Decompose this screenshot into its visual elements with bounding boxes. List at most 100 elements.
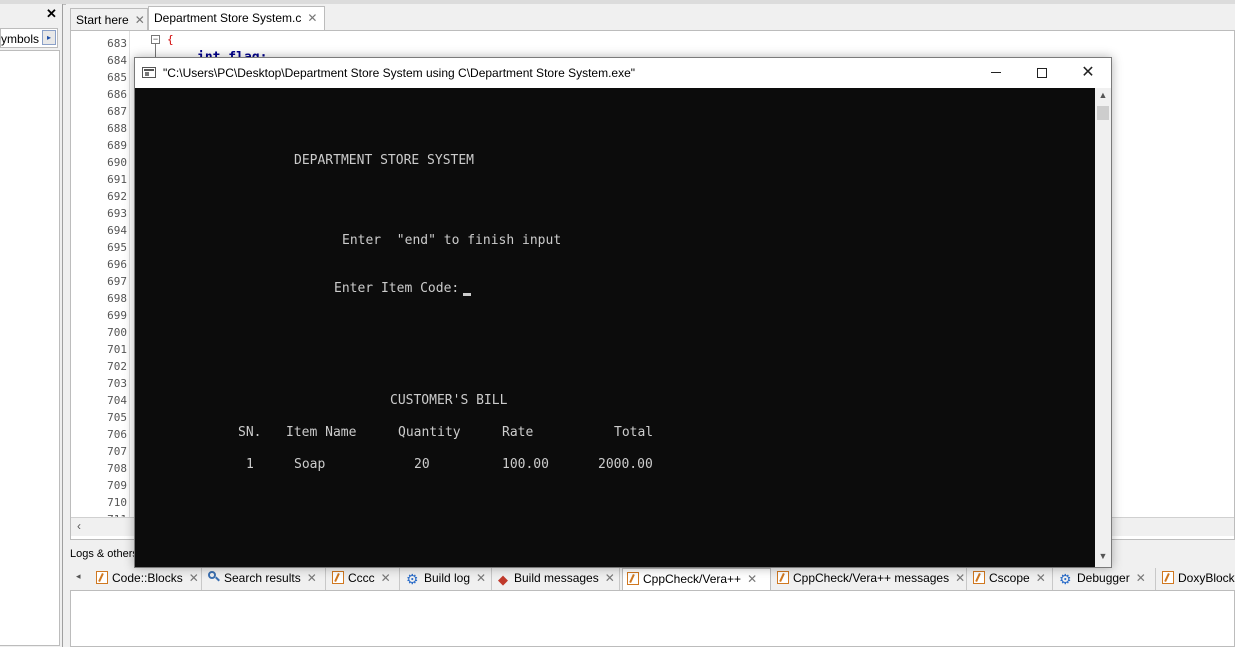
- tab-start-here[interactable]: Start here ✕: [70, 8, 148, 30]
- bill-header-quantity: Quantity: [398, 425, 461, 440]
- scroll-left-icon[interactable]: ◂: [76, 571, 81, 582]
- symbols-tree[interactable]: [0, 50, 60, 646]
- line-number: 692: [107, 190, 127, 203]
- line-number: 700: [107, 326, 127, 339]
- minimize-button[interactable]: [973, 58, 1019, 88]
- close-icon[interactable]: ✕: [307, 11, 317, 25]
- close-icon[interactable]: ✕: [1036, 571, 1046, 585]
- line-number: 702: [107, 360, 127, 373]
- console-instruction: Enter "end" to finish input: [342, 233, 562, 248]
- line-number: 696: [107, 258, 127, 271]
- close-icon[interactable]: ✕: [605, 571, 615, 585]
- bill-row-total: 2000.00: [598, 457, 653, 472]
- console-vertical-scrollbar[interactable]: ▲ ▼: [1095, 88, 1111, 567]
- bill-title: CUSTOMER'S BILL: [390, 393, 508, 408]
- logs-tab-label: Cscope: [989, 571, 1030, 585]
- text-cursor: [463, 293, 471, 296]
- line-number: 699: [107, 309, 127, 322]
- line-number: 706: [107, 428, 127, 441]
- minimize-icon: [991, 72, 1001, 74]
- pin-icon: ◆: [498, 572, 508, 587]
- scroll-left-icon[interactable]: ‹: [77, 519, 81, 533]
- symbols-label: ymbols: [1, 32, 40, 46]
- line-number: 684: [107, 54, 127, 67]
- logs-tab-cccc[interactable]: Cccc ✕: [328, 568, 400, 590]
- close-icon[interactable]: ✕: [381, 571, 391, 585]
- document-icon: [332, 571, 344, 584]
- panel-close-icon[interactable]: ✕: [46, 6, 57, 22]
- document-icon: [627, 572, 639, 585]
- logs-tab-label: CppCheck/Vera++ messages: [793, 571, 950, 585]
- line-number: 685: [107, 71, 127, 84]
- logs-tab-build-log[interactable]: ⚙ Build log ✕: [402, 568, 492, 590]
- logs-tab-search-results[interactable]: Search results ✕: [204, 568, 326, 590]
- maximize-icon: [1037, 67, 1047, 78]
- close-icon[interactable]: ✕: [1136, 571, 1146, 585]
- document-icon: [96, 571, 108, 584]
- line-number: 691: [107, 173, 127, 186]
- logs-tab-code-blocks[interactable]: Code::Blocks ✕: [92, 568, 202, 590]
- close-icon: ✕: [1081, 64, 1095, 81]
- line-number: 687: [107, 105, 127, 118]
- line-number: 688: [107, 122, 127, 135]
- close-icon[interactable]: ✕: [189, 571, 199, 585]
- logs-tab-cscope[interactable]: Cscope ✕: [969, 568, 1053, 590]
- logs-tab-label: DoxyBlocks: [1178, 571, 1235, 585]
- console-title: "C:\Users\PC\Desktop\Department Store Sy…: [163, 66, 636, 80]
- scroll-up-icon[interactable]: ▲: [1095, 90, 1111, 100]
- console-window[interactable]: "C:\Users\PC\Desktop\Department Store Sy…: [134, 57, 1112, 568]
- fold-toggle-icon[interactable]: −: [151, 35, 160, 44]
- gear-icon: ⚙: [1059, 571, 1072, 587]
- document-icon: [777, 571, 789, 584]
- console-heading: DEPARTMENT STORE SYSTEM: [294, 153, 475, 168]
- logs-tab-cppcheck-vera-messages[interactable]: CppCheck/Vera++ messages ✕: [773, 568, 967, 590]
- bill-row-item: Soap: [294, 457, 326, 472]
- logs-tab-label: Debugger: [1077, 571, 1130, 585]
- bill-row-quantity: 20: [414, 457, 430, 472]
- logs-tab-label: CppCheck/Vera++: [643, 572, 742, 586]
- line-number: 701: [107, 343, 127, 356]
- close-icon[interactable]: ✕: [307, 571, 317, 585]
- maximize-button[interactable]: [1019, 58, 1065, 88]
- document-icon: [1162, 571, 1174, 584]
- scrollbar-thumb[interactable]: [1097, 106, 1109, 120]
- logs-tab-doxyblocks[interactable]: DoxyBlocks: [1158, 568, 1235, 590]
- line-number: 697: [107, 275, 127, 288]
- bill-row-rate: 100.00: [502, 457, 549, 472]
- editor-tab-bar: Start here ✕ Department Store System.c ✕: [70, 6, 1235, 30]
- scroll-down-icon[interactable]: ▼: [1095, 551, 1111, 561]
- logs-tab-label: Code::Blocks: [112, 571, 183, 585]
- symbols-dropdown[interactable]: ymbols ▸: [0, 28, 58, 48]
- bill-header-rate: Rate: [502, 425, 534, 440]
- console-output[interactable]: DEPARTMENT STORE SYSTEM Enter "end" to f…: [135, 88, 1095, 567]
- line-number: 686: [107, 88, 127, 101]
- search-icon: [208, 571, 220, 584]
- logs-tab-build-messages[interactable]: ◆ Build messages ✕: [494, 568, 620, 590]
- code-brace: {: [167, 33, 174, 46]
- close-icon[interactable]: ✕: [955, 571, 965, 585]
- line-number: 689: [107, 139, 127, 152]
- logs-tab-label: Cccc: [348, 571, 375, 585]
- line-number-gutter: 683 684 685 686 687 688 689 690 691 692 693 694 695 6…: [71, 31, 130, 526]
- close-icon[interactable]: ✕: [476, 571, 486, 585]
- logs-panel-title: Logs & others: [70, 548, 138, 560]
- tab-department-store-system[interactable]: Department Store System.c ✕: [148, 6, 325, 30]
- line-number: 703: [107, 377, 127, 390]
- console-titlebar[interactable]: "C:\Users\PC\Desktop\Department Store Sy…: [135, 58, 1111, 88]
- console-prompt: Enter Item Code:: [334, 281, 460, 296]
- logs-tab-debugger[interactable]: ⚙ Debugger ✕: [1055, 568, 1156, 590]
- logs-tab-label: Build log: [424, 571, 471, 585]
- tab-label: Start here: [76, 13, 129, 27]
- close-icon[interactable]: ✕: [747, 572, 757, 586]
- line-number: 708: [107, 462, 127, 475]
- close-icon[interactable]: ✕: [135, 13, 145, 27]
- line-number: 709: [107, 479, 127, 492]
- logs-tab-label: Build messages: [514, 571, 599, 585]
- logs-tab-cppcheck-vera[interactable]: CppCheck/Vera++ ✕: [622, 568, 771, 590]
- line-number: 705: [107, 411, 127, 424]
- dropdown-arrow-icon[interactable]: ▸: [42, 30, 56, 45]
- logs-content[interactable]: [70, 590, 1235, 647]
- line-number: 707: [107, 445, 127, 458]
- close-button[interactable]: ✕: [1065, 58, 1111, 88]
- symbols-panel: ✕ ymbols ▸: [0, 4, 63, 647]
